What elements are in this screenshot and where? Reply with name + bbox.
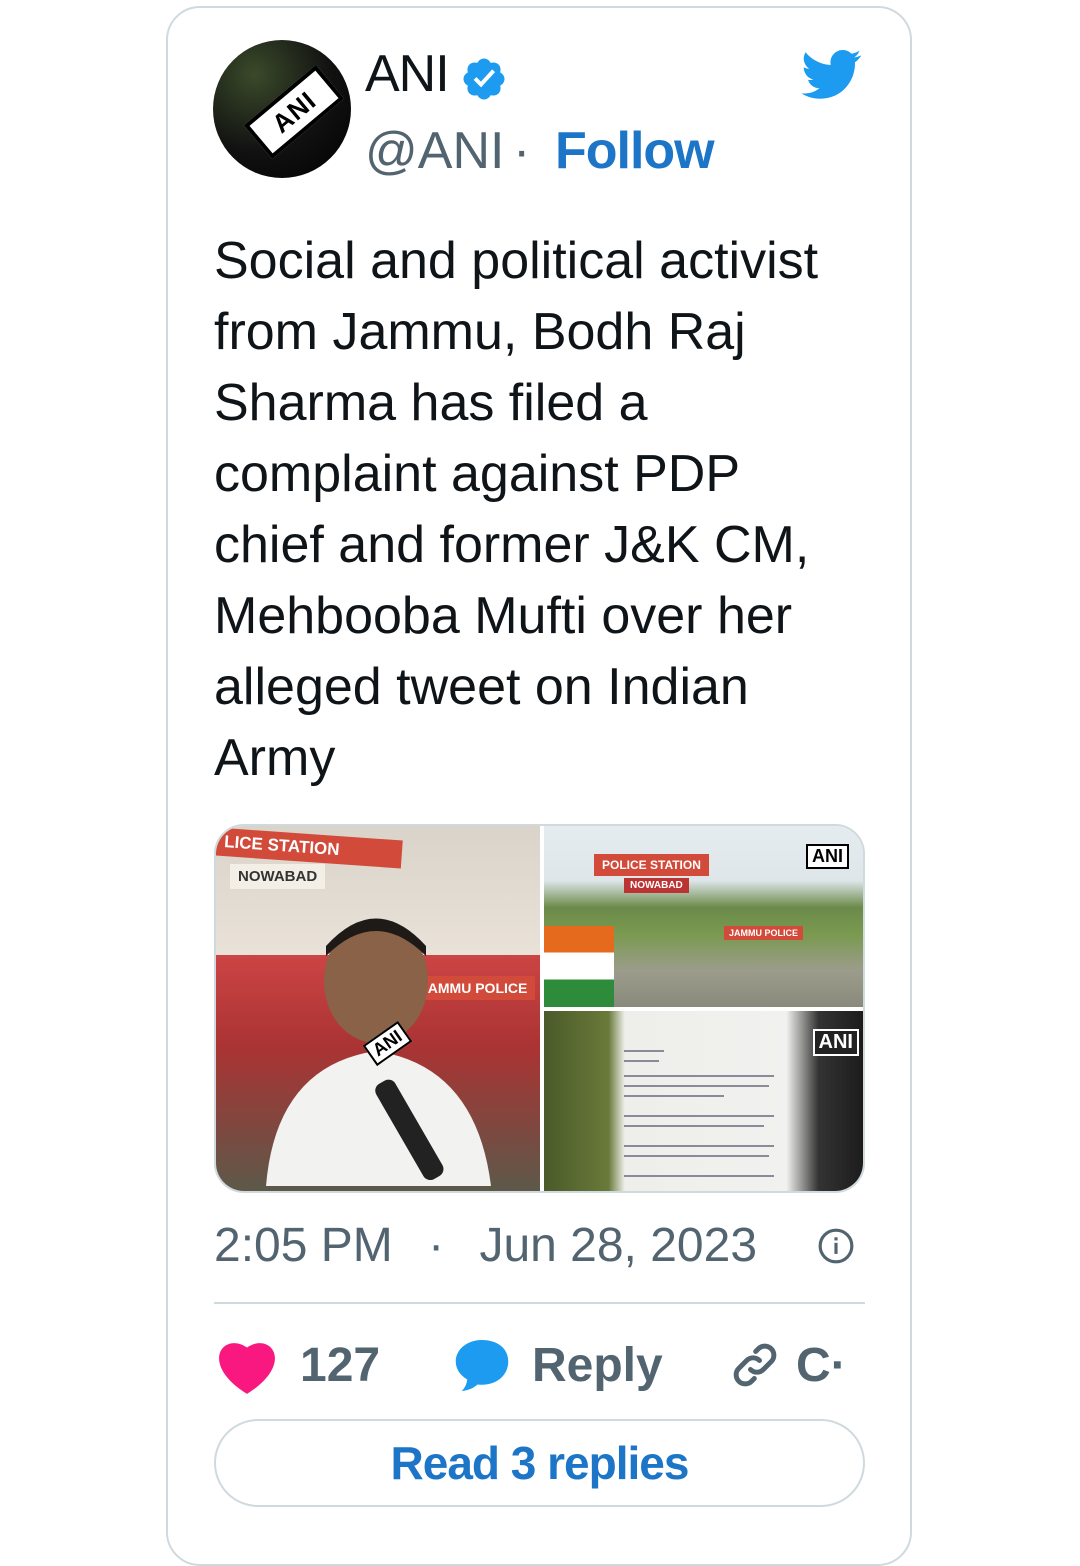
station-sign-2-sub: NOWABAD [624,878,689,893]
handle-separator: · [513,122,531,180]
document-paper [624,1050,774,1177]
tweet-time: 2:05 PM [214,1219,393,1272]
station-sign-2: POLICE STATION [594,854,709,876]
tricolor-wall [544,926,614,1007]
link-icon [733,1343,777,1387]
gate-sign-2: JAMMU POLICE [724,926,804,940]
reply-label: Reply [532,1338,663,1392]
tweet-timestamp[interactable]: 2:05 PM · Jun 28, 2023 [214,1222,757,1270]
author-avatar[interactable]: ANI [213,40,351,178]
ani-watermark-3: ANI [812,1029,859,1056]
twitter-bird-icon[interactable] [797,44,867,104]
media-photo-1[interactable]: LICE STATION NOWABAD JAMMU POLICE ANI [216,826,540,1191]
verified-badge-icon [463,58,505,100]
reply-bubble-icon [455,1340,509,1391]
author-handle[interactable]: @ANI [365,125,504,177]
read-replies-button[interactable]: Read 3 replies [214,1419,865,1507]
ani-watermark-2: ANI [806,844,849,869]
media-photo-2[interactable]: POLICE STATION NOWABAD ANI JAMMU POLICE [544,826,863,1007]
like-count: 127 [300,1338,381,1392]
media-photo-3[interactable]: ANI [544,1011,863,1191]
reply-button[interactable]: Reply [452,1330,663,1400]
avatar-logo: ANI [243,64,345,160]
heart-icon [219,1343,275,1394]
info-icon[interactable] [817,1227,855,1265]
tweet-date: Jun 28, 2023 [479,1219,758,1272]
action-bar: 127 Reply C· [214,1330,865,1400]
timestamp-separator: · [428,1219,445,1272]
follow-button[interactable]: Follow [555,125,715,177]
copy-link-button[interactable]: C· [728,1330,847,1400]
author-name[interactable]: ANI [365,48,450,100]
station-sign: LICE STATION [216,827,403,869]
copy-label: C· [796,1338,847,1392]
tweet-text: Social and political activist from Jammu… [214,232,819,787]
tweet-media-grid[interactable]: LICE STATION NOWABAD JAMMU POLICE ANI PO… [214,824,865,1193]
like-button[interactable]: 127 [214,1330,380,1400]
divider [214,1302,865,1304]
